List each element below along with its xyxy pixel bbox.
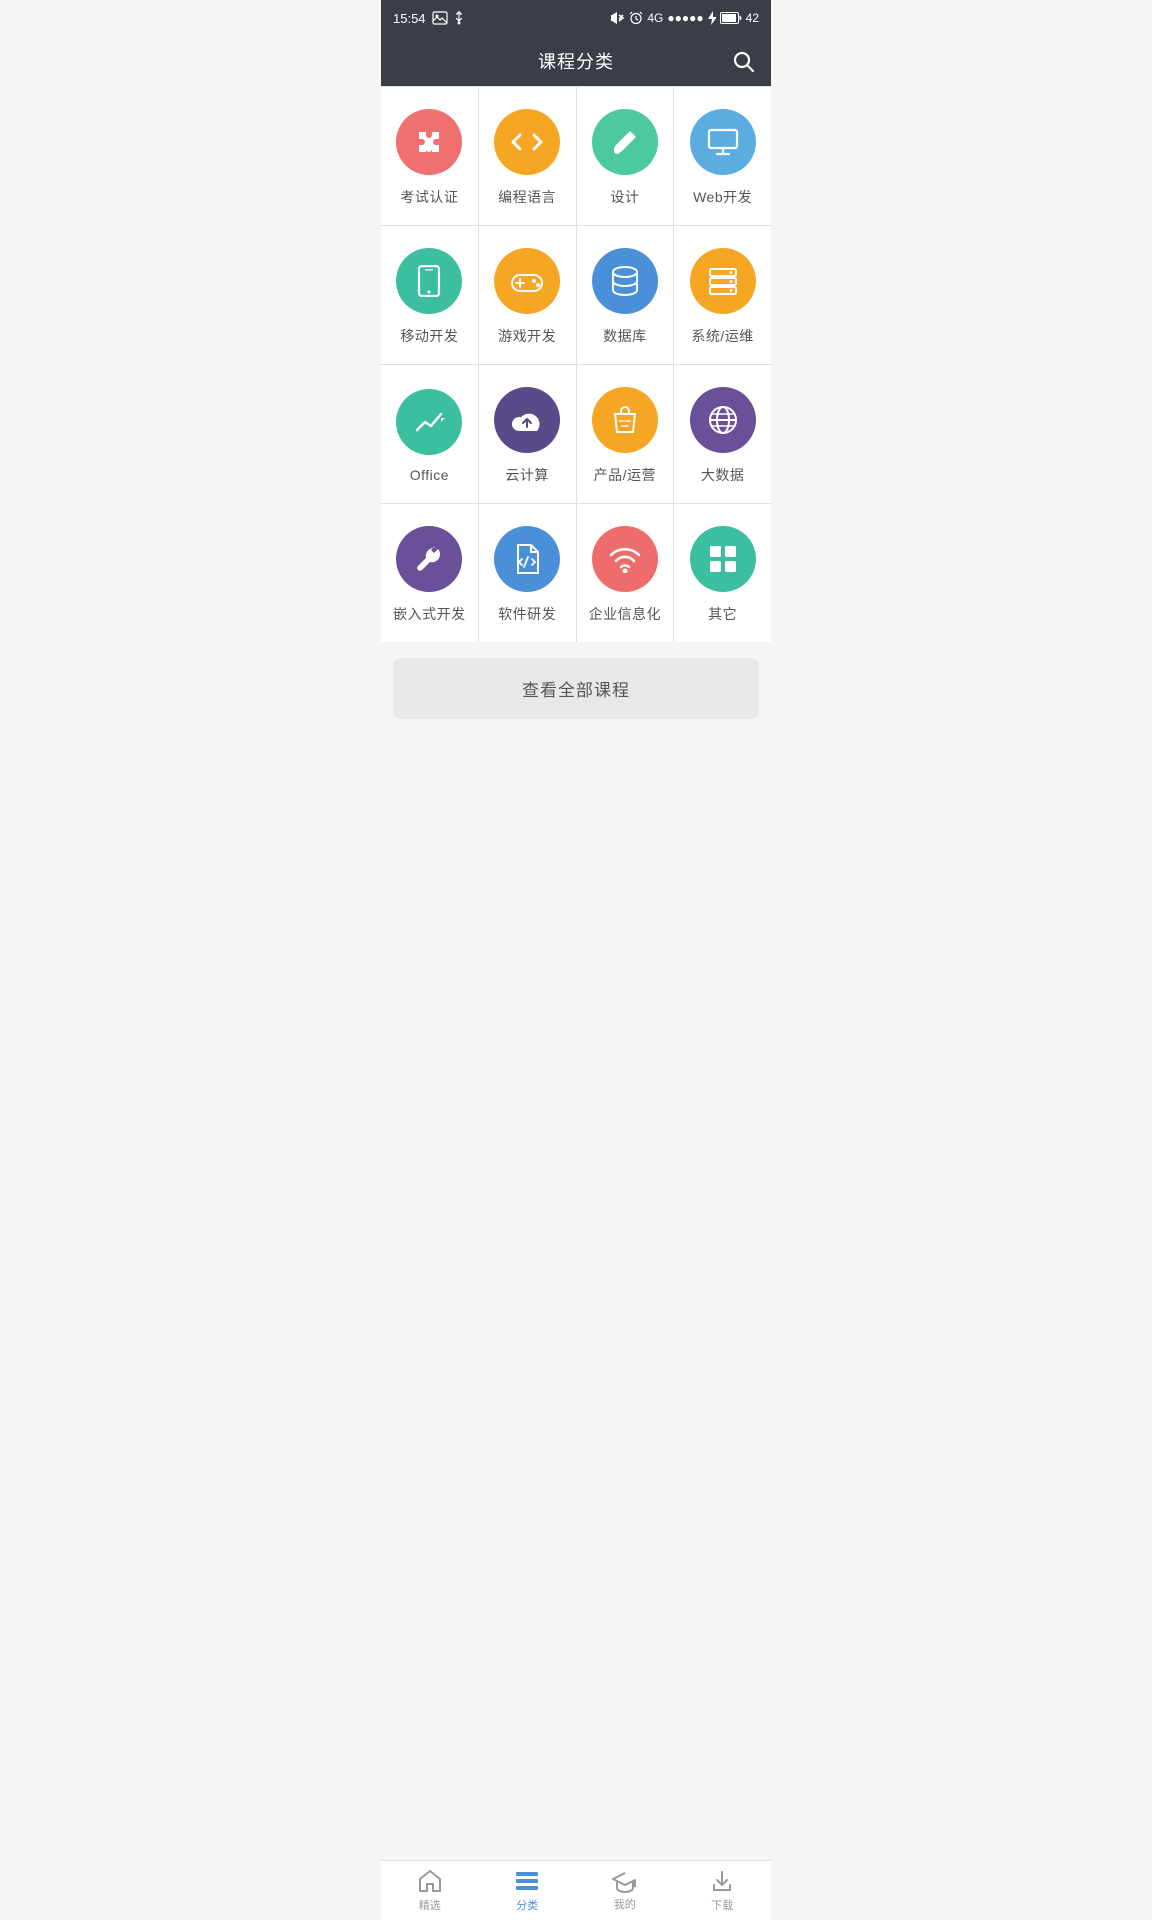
category-label-product: 产品/运营 — [594, 465, 656, 485]
category-item-kaoshi[interactable]: 考试认证 — [381, 87, 478, 225]
status-time: 15:54 — [393, 11, 426, 26]
category-label-game: 游戏开发 — [498, 326, 556, 346]
category-label-office: Office — [410, 467, 449, 483]
biancheng-icon — [494, 109, 560, 175]
category-label-embedded: 嵌入式开发 — [393, 604, 466, 624]
category-item-biancheng[interactable]: 编程语言 — [479, 87, 576, 225]
nav-label-download: 下载 — [711, 1897, 733, 1913]
nav-item-featured[interactable]: 精选 — [381, 1861, 479, 1920]
game-icon — [494, 248, 560, 314]
image-icon — [432, 11, 448, 25]
category-label-sysops: 系统/运维 — [691, 326, 753, 346]
category-item-database[interactable]: 数据库 — [577, 226, 674, 364]
cloud-icon — [494, 387, 560, 453]
category-label-kaoshi: 考试认证 — [400, 187, 458, 207]
mobile-icon — [396, 248, 462, 314]
category-item-bigdata[interactable]: 大数据 — [674, 365, 771, 503]
sysops-icon — [690, 248, 756, 314]
usb-icon — [454, 10, 464, 26]
category-grid: 考试认证 编程语言 设计 Web开发移动开发 游戏开发 数据库 系统/运维 Office 云计算… — [381, 86, 771, 642]
category-label-other: 其它 — [708, 604, 737, 624]
office-icon — [396, 389, 462, 455]
category-label-bigdata: 大数据 — [701, 465, 745, 485]
nav-item-download[interactable]: 下载 — [674, 1861, 772, 1920]
category-item-product[interactable]: 产品/运营 — [577, 365, 674, 503]
webdev-icon — [690, 109, 756, 175]
other-icon — [690, 526, 756, 592]
category-item-other[interactable]: 其它 — [674, 504, 771, 642]
category-item-webdev[interactable]: Web开发 — [674, 87, 771, 225]
category-label-webdev: Web开发 — [693, 187, 752, 207]
category-item-mobile[interactable]: 移动开发 — [381, 226, 478, 364]
category-item-cloud[interactable]: 云计算 — [479, 365, 576, 503]
nav-label-category: 分类 — [516, 1897, 538, 1913]
bottom-nav: 精选 分类 我的 下载 — [381, 1860, 771, 1920]
nav-icon-category — [514, 1868, 540, 1894]
status-right: 4G ●●●●● 42 — [611, 11, 759, 25]
lightning-icon — [708, 11, 716, 25]
mute-icon — [611, 11, 625, 25]
view-all-button[interactable]: 查看全部课程 — [393, 658, 759, 719]
category-item-game[interactable]: 游戏开发 — [479, 226, 576, 364]
nav-icon-download — [709, 1868, 735, 1894]
category-item-office[interactable]: Office — [381, 365, 478, 503]
category-label-enterprise: 企业信息化 — [589, 604, 662, 624]
bigdata-icon — [690, 387, 756, 453]
category-label-software: 软件研发 — [498, 604, 556, 624]
category-label-sheji: 设计 — [610, 187, 639, 207]
search-button[interactable] — [731, 49, 755, 73]
category-item-sysops[interactable]: 系统/运维 — [674, 226, 771, 364]
kaoshi-icon — [396, 109, 462, 175]
category-label-biancheng: 编程语言 — [498, 187, 556, 207]
battery-icon — [720, 12, 742, 24]
product-icon — [592, 387, 658, 453]
signal-dots: ●●●●● — [667, 11, 703, 25]
nav-item-category[interactable]: 分类 — [479, 1861, 577, 1920]
nav-icon-featured — [417, 1868, 443, 1894]
software-icon — [494, 526, 560, 592]
battery-percent: 42 — [746, 11, 759, 25]
sheji-icon — [592, 109, 658, 175]
network-label: 4G — [647, 11, 663, 25]
nav-label-featured: 精选 — [419, 1897, 441, 1913]
enterprise-icon — [592, 526, 658, 592]
category-item-embedded[interactable]: 嵌入式开发 — [381, 504, 478, 642]
alarm-icon — [629, 11, 643, 25]
embedded-icon — [396, 526, 462, 592]
category-label-mobile: 移动开发 — [400, 326, 458, 346]
category-item-sheji[interactable]: 设计 — [577, 87, 674, 225]
nav-icon-mine — [611, 1869, 639, 1893]
category-item-enterprise[interactable]: 企业信息化 — [577, 504, 674, 642]
category-item-software[interactable]: 软件研发 — [479, 504, 576, 642]
database-icon — [592, 248, 658, 314]
category-label-cloud: 云计算 — [505, 465, 549, 485]
status-bar: 15:54 4G ●●●●● 42 — [381, 0, 771, 36]
nav-label-mine: 我的 — [614, 1896, 636, 1912]
header: 课程分类 — [381, 36, 771, 86]
view-all-section: 查看全部课程 — [381, 642, 771, 735]
nav-item-mine[interactable]: 我的 — [576, 1861, 674, 1920]
page-title: 课程分类 — [538, 48, 614, 74]
category-label-database: 数据库 — [603, 326, 647, 346]
